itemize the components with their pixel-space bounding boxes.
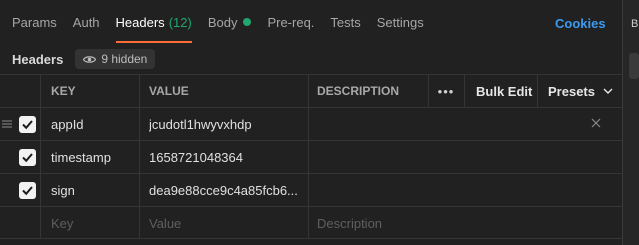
cookies-link[interactable]: Cookies (555, 16, 606, 31)
tab-settings-label: Settings (376, 14, 424, 30)
tab-pre-request-label: Pre-req. (267, 14, 315, 30)
table-row: appId jcudotl1hwyvxhdp (0, 107, 622, 140)
tab-headers-count: (12) (168, 14, 192, 30)
new-key-input[interactable]: Key (51, 207, 139, 239)
row-enabled-checkbox[interactable] (19, 116, 36, 133)
header-value-cell[interactable]: jcudotl1hwyvxhdp (149, 108, 305, 140)
row-enabled-checkbox[interactable] (19, 182, 36, 199)
tab-body[interactable]: Body (208, 0, 252, 44)
tab-headers-label: Headers (115, 14, 165, 30)
tab-auth-label: Auth (72, 14, 100, 30)
drag-handle-icon[interactable] (2, 119, 12, 129)
column-header-value: VALUE (149, 84, 189, 98)
row-enabled-checkbox[interactable] (19, 149, 36, 166)
header-key-cell[interactable]: sign (51, 174, 139, 206)
header-description-cell[interactable] (317, 141, 427, 173)
checkmark-icon (22, 153, 33, 163)
headers-subbar: Headers 9 hidden (0, 44, 622, 74)
header-value-cell[interactable]: 1658721048364 (149, 141, 305, 173)
checkmark-icon (22, 120, 33, 130)
scroll-handle[interactable] (629, 53, 639, 79)
tab-headers[interactable]: Headers (12) (115, 0, 193, 44)
eye-icon (83, 55, 97, 63)
body-indicator-dot-icon (243, 18, 252, 26)
tab-params-label: Params (12, 14, 57, 30)
header-key-cell[interactable]: timestamp (51, 141, 139, 173)
delete-row-icon[interactable] (591, 118, 601, 128)
tab-tests[interactable]: Tests (330, 0, 360, 44)
header-description-cell[interactable] (317, 108, 427, 140)
new-value-input[interactable]: Value (149, 207, 305, 239)
tab-tests-label: Tests (330, 14, 361, 30)
headers-table: KEY VALUE DESCRIPTION ••• Bulk Edit Pres… (0, 74, 622, 239)
tab-pre-request[interactable]: Pre-req. (267, 0, 314, 44)
new-description-input[interactable]: Description (317, 207, 427, 239)
table-header-row: KEY VALUE DESCRIPTION ••• Bulk Edit Pres… (0, 74, 622, 107)
right-panel-letter: B (631, 18, 639, 30)
tab-auth[interactable]: Auth (73, 0, 100, 44)
header-value-cell[interactable]: dea9e88cce9c4a85fcb6... (149, 174, 305, 206)
headers-section-label: Headers (12, 51, 64, 67)
tab-body-label: Body (207, 14, 238, 30)
right-side-panel: B (622, 0, 639, 245)
header-key-cell[interactable]: appId (51, 108, 139, 140)
more-options-button[interactable]: ••• (428, 75, 464, 107)
hidden-headers-toggle[interactable]: 9 hidden (75, 49, 156, 69)
hidden-headers-label: 9 hidden (101, 52, 148, 66)
new-header-row: Key Value Description (0, 206, 622, 239)
presets-label: Presets (548, 83, 595, 99)
table-row: timestamp 1658721048364 (0, 140, 622, 173)
request-tabs: Params Auth Headers (12) Body Pre-req. T… (0, 0, 622, 44)
tab-settings[interactable]: Settings (377, 0, 424, 44)
tab-params[interactable]: Params (12, 0, 57, 44)
column-header-description: DESCRIPTION (317, 84, 400, 98)
bulk-edit-button[interactable]: Bulk Edit (476, 75, 532, 107)
checkmark-icon (22, 186, 33, 196)
header-description-cell[interactable] (317, 174, 427, 206)
presets-dropdown[interactable]: Presets (548, 75, 613, 107)
table-row: sign dea9e88cce9c4a85fcb6... (0, 173, 622, 206)
column-header-key: KEY (51, 84, 76, 98)
chevron-down-icon (603, 88, 613, 94)
